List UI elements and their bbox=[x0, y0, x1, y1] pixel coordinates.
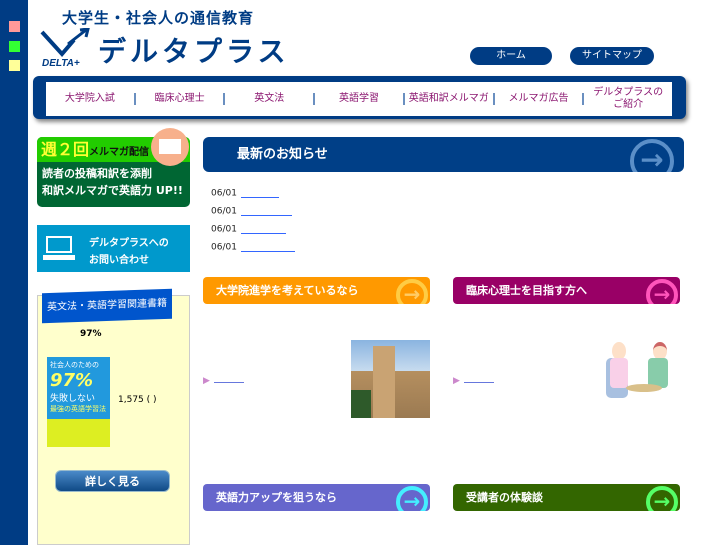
mail-line1: 読者の投稿和訳を添削 bbox=[42, 167, 152, 180]
nav-mag-ads[interactable]: メルマガ広告 bbox=[495, 93, 585, 105]
psych-link[interactable]: ▶ bbox=[453, 375, 494, 386]
mail-big: 週２回 bbox=[41, 140, 90, 159]
news-link[interactable] bbox=[240, 206, 292, 216]
news-title: 最新のお知らせ bbox=[237, 147, 328, 162]
book-subtitle: 97% bbox=[80, 329, 102, 339]
english-skills-banner[interactable]: 英語力アップを狙うなら → bbox=[203, 484, 430, 511]
arrow-right-icon: → bbox=[396, 486, 428, 511]
news-item: 06/01 bbox=[211, 242, 295, 253]
color-theme-yellow[interactable] bbox=[9, 60, 20, 71]
testimonials-banner[interactable]: 受講者の体験談 → bbox=[453, 484, 680, 511]
cover-mid: 失敗しない bbox=[50, 394, 96, 404]
book-cover[interactable]: 社会人のための 97% 失敗しない 最強の英語学習法 bbox=[47, 357, 110, 447]
svg-text:DELTA+: DELTA+ bbox=[42, 58, 80, 68]
news-item: 06/01 bbox=[211, 224, 286, 235]
arrow-right-icon: → bbox=[630, 139, 674, 172]
envelope-icon bbox=[151, 128, 189, 166]
arrow-right-icon: → bbox=[646, 279, 678, 304]
details-button[interactable]: 詳しく見る bbox=[55, 470, 170, 492]
mail-line2: 和訳メルマガで英語力 UP!! bbox=[42, 184, 183, 197]
delta-logo[interactable]: DELTA+ bbox=[40, 28, 96, 68]
color-theme-pink[interactable] bbox=[9, 21, 20, 32]
cover-big: 97% bbox=[50, 370, 94, 391]
main-nav: 大学院入試 臨床心理士 英文法 英語学習 英語和訳メルマガ メルマガ広告 デルタ… bbox=[33, 76, 686, 119]
clinical-psych-banner[interactable]: 臨床心理士を目指す方へ → bbox=[453, 277, 680, 304]
nav-english-study[interactable]: 英語学習 bbox=[315, 93, 405, 105]
laptop-icon bbox=[46, 236, 72, 253]
news-header[interactable]: 最新のお知らせ → bbox=[203, 137, 684, 172]
news-link[interactable] bbox=[240, 188, 279, 198]
arrow-right-icon: → bbox=[396, 279, 428, 304]
nav-translation-mag[interactable]: 英語和訳メルマガ bbox=[405, 93, 495, 105]
university-building-image bbox=[351, 340, 430, 418]
grad-school-banner[interactable]: 大学院進学を考えているなら → bbox=[203, 277, 430, 304]
contact-line2: お問い合わせ bbox=[89, 255, 149, 266]
news-item: 06/01 bbox=[211, 206, 292, 217]
news-link[interactable] bbox=[240, 224, 286, 234]
sitemap-button[interactable]: サイトマップ bbox=[570, 47, 654, 65]
grad-link[interactable]: ▶ bbox=[203, 375, 244, 386]
site-tagline: 大学生・社会人の通信教育 bbox=[62, 9, 255, 27]
home-button[interactable]: ホーム bbox=[470, 47, 552, 65]
news-item: 06/01 bbox=[211, 188, 279, 199]
nav-grad-exam[interactable]: 大学院入試 bbox=[46, 93, 136, 105]
left-color-bar bbox=[0, 0, 28, 545]
contact-banner[interactable]: デルタプラスへの お問い合わせ bbox=[37, 225, 190, 272]
color-theme-green[interactable] bbox=[9, 41, 20, 52]
brand-name[interactable]: デルタプラス bbox=[98, 30, 289, 70]
cover-top: 社会人のための bbox=[50, 361, 99, 369]
books-title: 英文法・英語学習関連書籍 bbox=[42, 288, 172, 324]
arrow-right-icon: → bbox=[646, 486, 678, 511]
cover-bottom: 最強の英語学習法 bbox=[50, 405, 106, 413]
nav-grammar[interactable]: 英文法 bbox=[225, 93, 316, 105]
contact-line1: デルタプラスへの bbox=[89, 238, 169, 249]
book-price: 1,575 ( ) bbox=[118, 395, 157, 405]
news-link[interactable] bbox=[240, 242, 295, 252]
nav-about[interactable]: デルタプラスの ご紹介 bbox=[584, 87, 672, 111]
mail-small: メルマガ配信 bbox=[89, 147, 150, 158]
counseling-illustration bbox=[598, 340, 680, 412]
nav-clinical-psych[interactable]: 臨床心理士 bbox=[136, 93, 226, 105]
